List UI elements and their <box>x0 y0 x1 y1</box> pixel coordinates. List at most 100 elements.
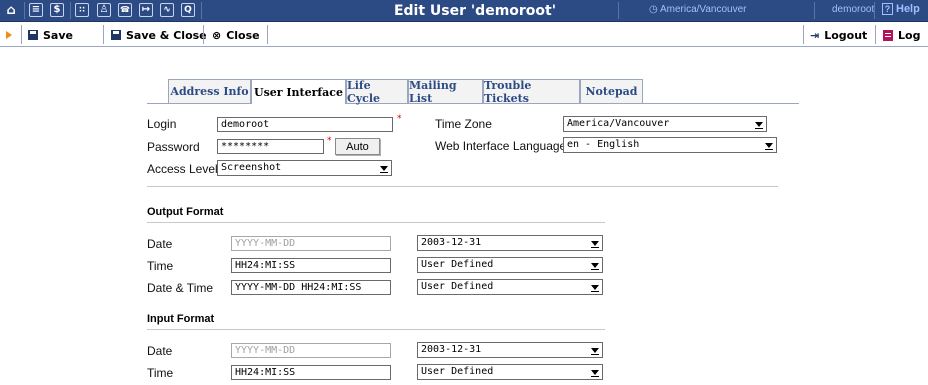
password-label: Password <box>147 140 200 154</box>
nav-divider <box>814 2 815 19</box>
help-link[interactable]: ? Help <box>882 3 920 15</box>
toolbar-divider <box>203 25 204 44</box>
chevron-down-icon <box>589 366 601 378</box>
logout-icon: ⇥ <box>810 28 820 42</box>
input-format-title: Input Format <box>147 313 215 325</box>
tab-address-info[interactable]: Address Info <box>168 79 251 103</box>
toolbar-divider <box>267 25 268 44</box>
nav-divider <box>70 2 71 19</box>
nav-divider <box>24 2 25 19</box>
input-date-label: Date <box>147 344 173 358</box>
timezone-select[interactable]: America/Vancouver <box>563 116 767 132</box>
tab-user-interface[interactable]: User Interface <box>251 79 346 104</box>
nav-divider <box>201 2 202 19</box>
log-book-icon <box>883 29 893 41</box>
nav-divider <box>874 2 875 19</box>
chevron-down-icon <box>589 281 601 293</box>
tab-trouble-tickets[interactable]: Trouble Tickets <box>483 79 580 105</box>
floppy-disk-icon <box>28 30 38 40</box>
list-icon[interactable]: ≡ <box>28 2 44 18</box>
required-marker: * <box>397 114 402 124</box>
save-label: Save <box>43 28 73 42</box>
log-button[interactable]: Log <box>883 27 920 43</box>
input-time-select[interactable]: User Defined <box>417 364 603 380</box>
input-time-input[interactable]: HH24:MI:SS <box>231 365 391 380</box>
toolbar-divider <box>103 25 104 44</box>
output-time-select[interactable]: User Defined <box>417 257 603 273</box>
access-level-label: Access Level <box>147 162 218 176</box>
chevron-down-icon <box>589 344 601 356</box>
language-value: en - English <box>567 139 640 150</box>
grid-icon[interactable]: ∷ <box>74 2 90 18</box>
access-level-select[interactable]: Screenshot <box>217 160 392 176</box>
section-divider <box>147 186 778 187</box>
input-date-select-value: 2003-12-31 <box>421 344 482 355</box>
current-user[interactable]: demoroot <box>832 4 874 15</box>
output-time-label: Time <box>147 259 174 273</box>
tab-bar: Address Info User Interface Life Cycle M… <box>147 79 799 105</box>
tab-mailing-list[interactable]: Mailing List <box>408 79 483 105</box>
logout-button[interactable]: ⇥ Logout <box>810 27 867 43</box>
play-arrow-icon <box>6 31 12 39</box>
save-close-label: Save & Close <box>126 28 207 42</box>
timezone-value: America/Vancouver <box>567 118 670 129</box>
chart-icon[interactable]: ∿ <box>159 2 175 18</box>
chevron-down-icon <box>589 237 601 249</box>
nav-divider <box>618 2 619 19</box>
access-level-value: Screenshot <box>221 162 282 173</box>
output-datetime-select-value: User Defined <box>421 281 494 292</box>
timezone-indicator[interactable]: ◷ America/Vancouver <box>649 4 747 15</box>
login-input[interactable]: demoroot <box>217 117 393 132</box>
help-icon: ? <box>882 3 893 15</box>
tab-life-cycle[interactable]: Life Cycle <box>346 79 408 105</box>
language-select[interactable]: en - English <box>563 137 777 153</box>
close-icon: ⊗ <box>212 28 222 42</box>
output-time-select-value: User Defined <box>421 259 494 270</box>
close-button[interactable]: ⊗ Close <box>212 27 260 43</box>
logout-label: Logout <box>824 28 868 42</box>
toolbar-divider <box>21 25 22 44</box>
section-divider <box>147 222 605 223</box>
timezone-field-label: Time Zone <box>435 117 492 131</box>
home-icon[interactable]: ⌂ <box>3 2 19 18</box>
dollar-icon[interactable]: $ <box>49 2 65 18</box>
output-datetime-input[interactable]: YYYY-MM-DD HH24:MI:SS <box>231 280 391 295</box>
auto-password-button[interactable]: Auto <box>335 138 380 155</box>
output-datetime-label: Date & Time <box>147 281 214 295</box>
chevron-down-icon <box>753 118 765 130</box>
input-time-select-value: User Defined <box>421 366 494 377</box>
toolbar-divider <box>875 25 876 44</box>
input-date-input[interactable]: YYYY-MM-DD <box>231 343 391 358</box>
output-format-title: Output Format <box>147 206 224 218</box>
toolbar-divider <box>803 25 804 44</box>
save-close-button[interactable]: Save & Close <box>111 27 207 43</box>
output-date-select[interactable]: 2003-12-31 <box>417 235 603 251</box>
required-marker: * <box>327 136 332 146</box>
floppy-disk-icon <box>111 30 121 40</box>
chevron-down-icon <box>589 259 601 271</box>
output-date-select-value: 2003-12-31 <box>421 237 482 248</box>
output-datetime-select[interactable]: User Defined <box>417 279 603 295</box>
page-title: Edit User 'demoroot' <box>393 3 557 19</box>
chevron-down-icon <box>378 162 390 174</box>
export-icon[interactable]: ↦ <box>138 2 154 18</box>
search-icon[interactable]: Q <box>180 2 196 18</box>
top-navigation-bar: ⌂ ≡ $ ∷ ♙ ☎ ↦ ∿ Q Edit User 'demoroot' ◷… <box>0 0 928 22</box>
section-divider <box>147 329 605 330</box>
phone-icon[interactable]: ☎ <box>117 2 133 18</box>
save-button[interactable]: Save <box>28 27 73 43</box>
output-date-input[interactable]: YYYY-MM-DD <box>231 236 391 251</box>
input-date-select[interactable]: 2003-12-31 <box>417 342 603 358</box>
login-label: Login <box>147 117 177 131</box>
close-label: Close <box>226 28 260 42</box>
help-label: Help <box>896 3 920 15</box>
toolbar: Save Save & Close ⊗ Close ⇥ Logout Log <box>0 22 928 47</box>
password-input[interactable]: ******** <box>217 139 324 154</box>
tab-notepad[interactable]: Notepad <box>580 79 643 103</box>
person-icon[interactable]: ♙ <box>96 2 112 18</box>
input-time-label: Time <box>147 366 174 380</box>
clock-icon: ◷ <box>649 4 658 15</box>
output-time-input[interactable]: HH24:MI:SS <box>231 258 391 273</box>
timezone-label: America/Vancouver <box>659 4 747 15</box>
output-date-label: Date <box>147 237 173 251</box>
